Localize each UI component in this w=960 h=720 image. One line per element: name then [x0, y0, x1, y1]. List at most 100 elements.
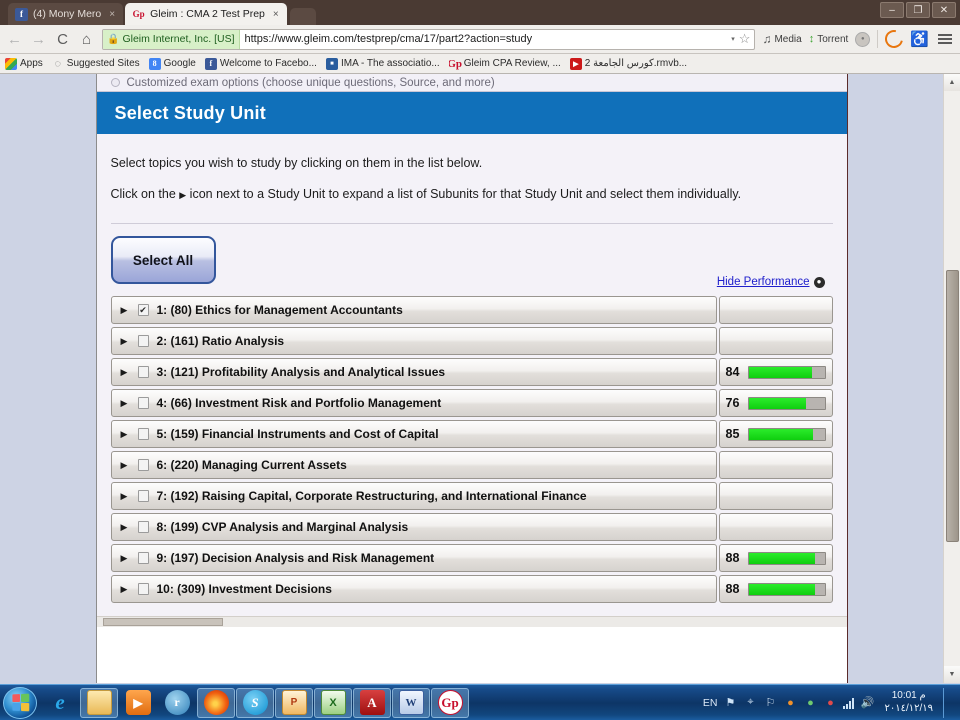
bookmark-google[interactable]: 8 Google — [148, 57, 196, 70]
taskbar-item-publisher[interactable]: P — [275, 687, 313, 718]
study-unit-checkbox[interactable] — [137, 366, 149, 378]
extension-badge-icon[interactable]: ● — [855, 31, 871, 47]
signal-bars-icon[interactable] — [843, 697, 855, 709]
study-unit-row[interactable]: ▶ 3: (121) Profitability Analysis and Ana… — [110, 358, 717, 386]
taskbar-item-media-player[interactable]: ▶ — [119, 688, 157, 718]
scroll-up-icon[interactable]: ▲ — [943, 74, 960, 91]
customized-exam-options-row[interactable]: Customized exam options (choose unique q… — [96, 74, 847, 92]
expand-arrow-icon[interactable]: ▶ — [121, 305, 130, 316]
table-row[interactable]: ▶ 4: (66) Investment Risk and Portfolio M… — [110, 389, 833, 417]
study-unit-checkbox[interactable] — [137, 552, 149, 564]
show-desktop-button[interactable] — [943, 687, 951, 718]
hamburger-menu-icon[interactable] — [936, 32, 954, 46]
bookmark-facebook[interactable]: f Welcome to Facebo... — [204, 57, 317, 70]
new-tab-button[interactable] — [289, 8, 316, 25]
study-unit-checkbox[interactable] — [137, 583, 149, 595]
taskbar-item-windows-explorer[interactable] — [80, 687, 118, 718]
torrent-extension-button[interactable]: ↕ Torrent — [809, 33, 849, 45]
taskbar-item-skype[interactable]: S — [236, 687, 274, 718]
address-bar[interactable]: 🔒 Gleim Internet, Inc. [US] https://www.… — [102, 28, 756, 50]
expand-arrow-icon[interactable]: ▶ — [121, 429, 130, 440]
green-shield-icon[interactable]: ● — [803, 696, 817, 710]
hide-performance-link[interactable]: Hide Performance ● — [717, 276, 825, 288]
taskbar-item-excel[interactable]: X — [314, 687, 352, 718]
forward-icon[interactable]: → — [30, 31, 47, 48]
study-unit-row[interactable]: ▶ ✔ 1: (80) Ethics for Management Accounta… — [110, 296, 717, 324]
horizontal-scrollbar[interactable] — [96, 616, 847, 627]
firefox-tray-icon[interactable]: ● — [783, 696, 797, 710]
bookmark-apps[interactable]: Apps — [5, 57, 43, 70]
volume-icon[interactable]: 🔊 — [860, 696, 875, 710]
study-unit-checkbox[interactable] — [137, 397, 149, 409]
taskbar-item-maxthon-browser[interactable] — [197, 687, 235, 718]
table-row[interactable]: ▶ ✔ 1: (80) Ethics for Management Accounta… — [110, 296, 833, 324]
chevron-down-icon[interactable]: ▾ — [731, 35, 735, 43]
bookmark-gleim-cpa[interactable]: Gp Gleim CPA Review, ... — [449, 58, 561, 70]
table-row[interactable]: ▶ 8: (199) CVP Analysis and Marginal Anal… — [110, 513, 833, 541]
scrollbar-thumb[interactable] — [946, 270, 959, 542]
taskbar-item-tango-app[interactable]: r — [158, 688, 196, 718]
back-icon[interactable]: ← — [6, 31, 23, 48]
study-unit-checkbox[interactable]: ✔ — [137, 304, 149, 316]
table-row[interactable]: ▶ 3: (121) Profitability Analysis and Ana… — [110, 358, 833, 386]
vertical-scrollbar[interactable]: ▲ ▼ — [943, 74, 960, 683]
study-unit-checkbox[interactable] — [137, 335, 149, 347]
flag-tray-icon[interactable]: ⚐ — [763, 696, 777, 710]
study-unit-row[interactable]: ▶ 10: (309) Investment Decisions — [110, 575, 717, 603]
select-all-button[interactable]: Select All — [110, 236, 216, 284]
study-unit-checkbox[interactable] — [137, 459, 149, 471]
crescent-extension-icon[interactable] — [881, 26, 907, 52]
expand-arrow-icon[interactable]: ▶ — [121, 553, 130, 564]
bookmark-ima[interactable]: ■ IMA - The associatio... — [325, 57, 440, 70]
minimize-button[interactable]: – — [880, 2, 904, 18]
media-extension-button[interactable]: ♫ Media — [762, 32, 801, 47]
table-row[interactable]: ▶ 9: (197) Decision Analysis and Risk Man… — [110, 544, 833, 572]
network-tray-icon[interactable]: ⌖ — [743, 696, 757, 710]
tab-gleim-cma[interactable]: Gp Gleim : CMA 2 Test Prep × — [125, 3, 287, 25]
study-unit-row[interactable]: ▶ 4: (66) Investment Risk and Portfolio M… — [110, 389, 717, 417]
taskbar-item-gleim-app[interactable]: Gp — [431, 687, 469, 718]
table-row[interactable]: ▶ 10: (309) Investment Decisions 88 — [110, 575, 833, 603]
expand-arrow-icon[interactable]: ▶ — [121, 336, 130, 347]
close-window-button[interactable]: ✕ — [932, 2, 956, 18]
start-button[interactable] — [3, 686, 37, 719]
table-row[interactable]: ▶ 6: (220) Managing Current Assets — [110, 451, 833, 479]
expand-arrow-icon[interactable]: ▶ — [121, 584, 130, 595]
study-unit-checkbox[interactable] — [137, 490, 149, 502]
language-indicator[interactable]: EN — [703, 697, 718, 709]
table-row[interactable]: ▶ 7: (192) Raising Capital, Corporate Res… — [110, 482, 833, 510]
bookmark-suggested-sites[interactable]: ◌ Suggested Sites — [52, 58, 140, 70]
info-icon[interactable]: ● — [813, 276, 825, 288]
clock[interactable]: 10:01 م ٢٠١٤/١٢/١٩ — [880, 690, 933, 715]
home-icon[interactable]: ⌂ — [78, 31, 95, 48]
close-icon[interactable]: × — [273, 9, 279, 20]
study-unit-row[interactable]: ▶ 9: (197) Decision Analysis and Risk Man… — [110, 544, 717, 572]
close-icon[interactable]: × — [109, 9, 115, 20]
taskbar-item-word[interactable]: W — [392, 687, 430, 718]
tab-mony-mero[interactable]: f (4) Mony Mero × — [8, 3, 124, 25]
headphones-icon[interactable]: ♿ — [910, 30, 929, 48]
taskbar-item-adobe-reader[interactable]: A — [353, 687, 391, 718]
study-unit-row[interactable]: ▶ 6: (220) Managing Current Assets — [110, 451, 717, 479]
antivirus-tray-icon[interactable]: ● — [823, 696, 837, 710]
study-unit-row[interactable]: ▶ 2: (161) Ratio Analysis — [110, 327, 717, 355]
table-row[interactable]: ▶ 2: (161) Ratio Analysis — [110, 327, 833, 355]
reload-icon[interactable]: C — [54, 31, 71, 48]
study-unit-checkbox[interactable] — [137, 521, 149, 533]
expand-arrow-icon[interactable]: ▶ — [121, 398, 130, 409]
study-unit-row[interactable]: ▶ 7: (192) Raising Capital, Corporate Res… — [110, 482, 717, 510]
horizontal-scrollbar-thumb[interactable] — [102, 618, 223, 626]
expand-arrow-icon[interactable]: ▶ — [121, 367, 130, 378]
expand-arrow-icon[interactable]: ▶ — [121, 491, 130, 502]
study-unit-row[interactable]: ▶ 8: (199) CVP Analysis and Marginal Anal… — [110, 513, 717, 541]
scroll-down-icon[interactable]: ▼ — [943, 666, 960, 683]
action-center-icon[interactable]: ⚑ — [723, 696, 737, 710]
study-unit-checkbox[interactable] — [137, 428, 149, 440]
restore-button[interactable]: ❐ — [906, 2, 930, 18]
radio-icon[interactable] — [110, 78, 120, 87]
taskbar-item-internet-explorer[interactable]: e — [41, 688, 79, 718]
study-unit-row[interactable]: ▶ 5: (159) Financial Instruments and Cost… — [110, 420, 717, 448]
bookmark-video[interactable]: ▶ كورس الجامعة 2.rmvb... — [569, 57, 687, 70]
expand-arrow-icon[interactable]: ▶ — [121, 460, 130, 471]
bookmark-star-icon[interactable]: ☆ — [739, 31, 751, 47]
